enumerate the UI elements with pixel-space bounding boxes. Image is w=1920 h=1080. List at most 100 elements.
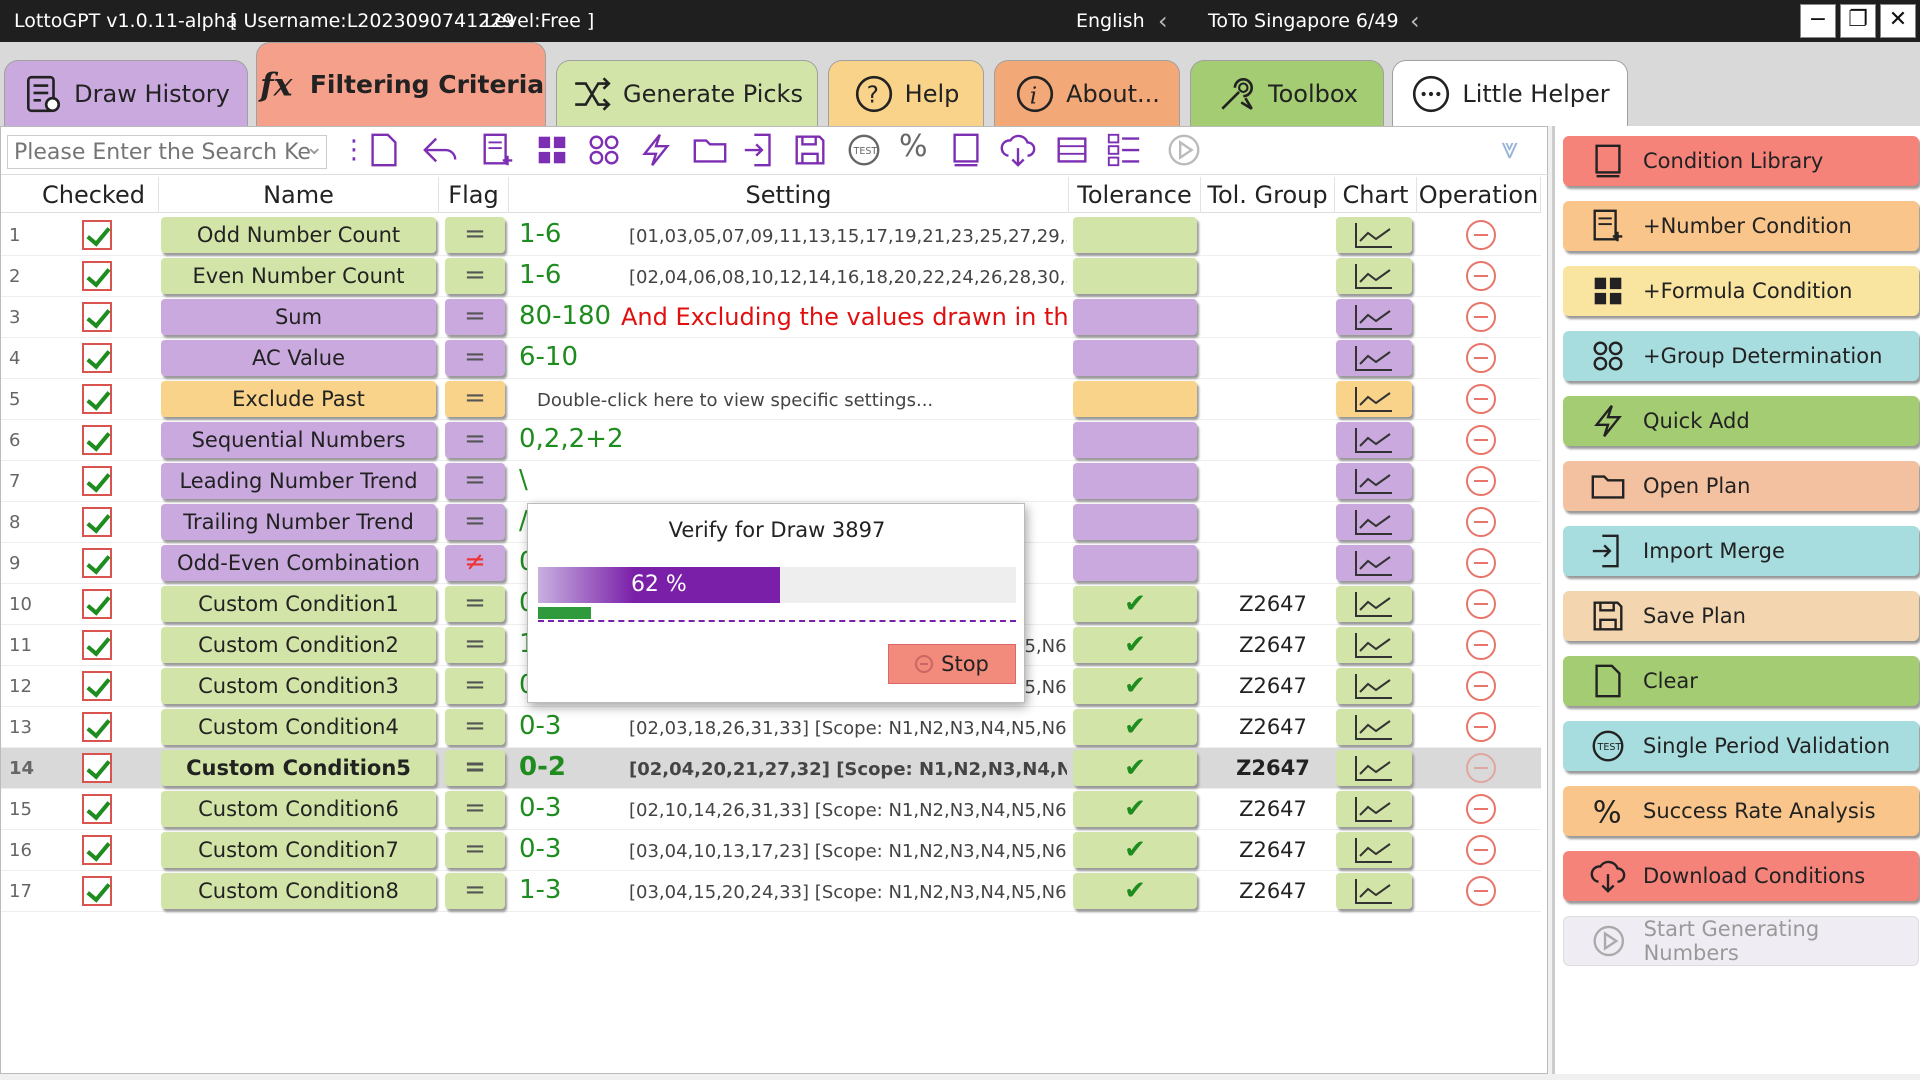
condition-name-button[interactable]: Custom Condition4 xyxy=(161,709,436,745)
row-checkbox[interactable] xyxy=(82,671,112,701)
tolerance-button[interactable] xyxy=(1073,504,1197,540)
remove-icon[interactable] xyxy=(1466,630,1496,660)
flag-button[interactable]: = xyxy=(445,750,505,786)
chart-button[interactable] xyxy=(1336,299,1412,335)
remove-icon[interactable] xyxy=(1466,712,1496,742)
clear-button[interactable]: Clear xyxy=(1563,656,1919,706)
chevron-left-icon[interactable]: ‹ xyxy=(1158,7,1168,35)
condition-name-button[interactable]: Exclude Past xyxy=(161,381,436,417)
setting-detail[interactable]: [02,03,18,26,31,33] [Scope: N1,N2,N3,N4,… xyxy=(629,718,1067,739)
condition-name-button[interactable]: Custom Condition5 xyxy=(161,750,436,786)
row-checkbox[interactable] xyxy=(82,302,112,332)
tolerance-button[interactable] xyxy=(1073,299,1197,335)
table-row[interactable]: 1 Odd Number Count = 1-6 [01,03,05,07,09… xyxy=(1,215,1541,256)
remove-icon[interactable] xyxy=(1466,794,1496,824)
col-operation[interactable]: Operation xyxy=(1417,177,1541,213)
tolerance-button[interactable]: ✔ xyxy=(1073,627,1197,663)
chart-button[interactable] xyxy=(1336,217,1412,253)
table-row[interactable]: 15 Custom Condition6 = 0-3 [02,10,14,26,… xyxy=(1,789,1541,830)
folder-icon[interactable] xyxy=(691,131,731,171)
row-checkbox[interactable] xyxy=(82,384,112,414)
chart-button[interactable] xyxy=(1336,586,1412,622)
tab-toolbox[interactable]: Toolbox xyxy=(1190,60,1384,126)
tab-little-helper[interactable]: Little Helper xyxy=(1392,60,1628,126)
grid-icon[interactable] xyxy=(585,131,625,171)
table-row[interactable]: 2 Even Number Count = 1-6 [02,04,06,08,1… xyxy=(1,256,1541,297)
remove-icon[interactable] xyxy=(1466,589,1496,619)
start-generating-numbers-button[interactable]: Start Generating Numbers xyxy=(1563,916,1919,966)
remove-icon[interactable] xyxy=(1466,753,1496,783)
remove-icon[interactable] xyxy=(1466,384,1496,414)
flag-button[interactable]: = xyxy=(445,217,505,253)
col-chart[interactable]: Chart xyxy=(1335,177,1417,213)
setting-value[interactable]: 6-10 xyxy=(519,342,578,372)
col-setting[interactable]: Setting xyxy=(509,177,1069,213)
flag-button[interactable]: = xyxy=(445,422,505,458)
save-plan-button[interactable]: Save Plan xyxy=(1563,591,1919,641)
setting-detail[interactable]: [01,03,05,07,09,11,13,15,17,19,21,23,25,… xyxy=(629,226,1067,247)
chart-button[interactable] xyxy=(1336,873,1412,909)
flag-button[interactable]: = xyxy=(445,299,505,335)
row-checkbox[interactable] xyxy=(82,466,112,496)
open-plan-button[interactable]: Open Plan xyxy=(1563,461,1919,511)
tolerance-button[interactable] xyxy=(1073,340,1197,376)
tolerance-button[interactable] xyxy=(1073,217,1197,253)
save-icon[interactable] xyxy=(791,131,831,171)
tolerance-button[interactable]: ✔ xyxy=(1073,586,1197,622)
more-options-icon[interactable]: ⋮ xyxy=(341,135,367,165)
single-period-validation-button[interactable]: TEST Single Period Validation xyxy=(1563,721,1919,771)
group-determination-button[interactable]: +Group Determination xyxy=(1563,331,1919,381)
row-checkbox[interactable] xyxy=(82,220,112,250)
col-flag[interactable]: Flag xyxy=(439,177,509,213)
chart-button[interactable] xyxy=(1336,422,1412,458)
setting-value[interactable]: 0-2 xyxy=(519,752,566,782)
condition-name-button[interactable]: Custom Condition1 xyxy=(161,586,436,622)
setting-detail[interactable]: [02,10,14,26,31,33] [Scope: N1,N2,N3,N4,… xyxy=(629,800,1067,821)
tolerance-button[interactable]: ✔ xyxy=(1073,873,1197,909)
table-row[interactable]: 5 Exclude Past = Double-click here to vi… xyxy=(1,379,1541,420)
setting-detail[interactable]: Double-click here to view specific setti… xyxy=(537,390,933,411)
book-icon[interactable] xyxy=(947,131,987,171)
expand-icon[interactable] xyxy=(1053,131,1093,171)
condition-name-button[interactable]: Custom Condition7 xyxy=(161,832,436,868)
download-conditions-button[interactable]: Download Conditions xyxy=(1563,851,1919,901)
table-row[interactable]: 14 Custom Condition5 = 0-2 [02,04,20,21,… xyxy=(1,748,1541,789)
percent-icon[interactable]: % xyxy=(899,129,939,169)
remove-icon[interactable] xyxy=(1466,548,1496,578)
tolerance-button[interactable] xyxy=(1073,381,1197,417)
tolerance-button[interactable]: ✔ xyxy=(1073,750,1197,786)
remove-icon[interactable] xyxy=(1466,466,1496,496)
collapse-chevron-icon[interactable]: ⩔ xyxy=(1501,131,1518,166)
col-checked[interactable]: Checked xyxy=(29,177,159,213)
condition-name-button[interactable]: AC Value xyxy=(161,340,436,376)
row-checkbox[interactable] xyxy=(82,548,112,578)
success-rate-analysis-button[interactable]: % Success Rate Analysis xyxy=(1563,786,1919,836)
chevron-left-icon[interactable]: ‹ xyxy=(1410,7,1420,35)
table-row[interactable]: 4 AC Value = 6-10 xyxy=(1,338,1541,379)
chart-button[interactable] xyxy=(1336,709,1412,745)
chart-button[interactable] xyxy=(1336,258,1412,294)
row-checkbox[interactable] xyxy=(82,630,112,660)
tolerance-button[interactable]: ✔ xyxy=(1073,709,1197,745)
flag-button[interactable]: = xyxy=(445,873,505,909)
condition-name-button[interactable]: Sum xyxy=(161,299,436,335)
remove-icon[interactable] xyxy=(1466,876,1496,906)
flag-button[interactable]: = xyxy=(445,627,505,663)
chart-button[interactable] xyxy=(1336,627,1412,663)
test-icon[interactable]: TEST xyxy=(845,131,885,171)
chart-button[interactable] xyxy=(1336,463,1412,499)
table-row[interactable]: 7 Leading Number Trend = \ xyxy=(1,461,1541,502)
chart-button[interactable] xyxy=(1336,340,1412,376)
setting-detail[interactable]: [02,04,20,21,27,32] [Scope: N1,N2,N3,N4,… xyxy=(629,759,1067,780)
remove-icon[interactable] xyxy=(1466,220,1496,250)
chart-button[interactable] xyxy=(1336,791,1412,827)
setting-value[interactable]: 1-6 xyxy=(519,260,561,290)
setting-detail[interactable]: [03,04,10,13,17,23] [Scope: N1,N2,N3,N4,… xyxy=(629,841,1067,862)
import-icon[interactable] xyxy=(741,131,781,171)
minimize-button[interactable]: − xyxy=(1800,4,1836,38)
row-checkbox[interactable] xyxy=(82,794,112,824)
flag-button[interactable]: = xyxy=(445,340,505,376)
lightning-icon[interactable] xyxy=(637,131,677,171)
download-icon[interactable] xyxy=(999,131,1039,171)
play-icon[interactable] xyxy=(1165,131,1205,171)
